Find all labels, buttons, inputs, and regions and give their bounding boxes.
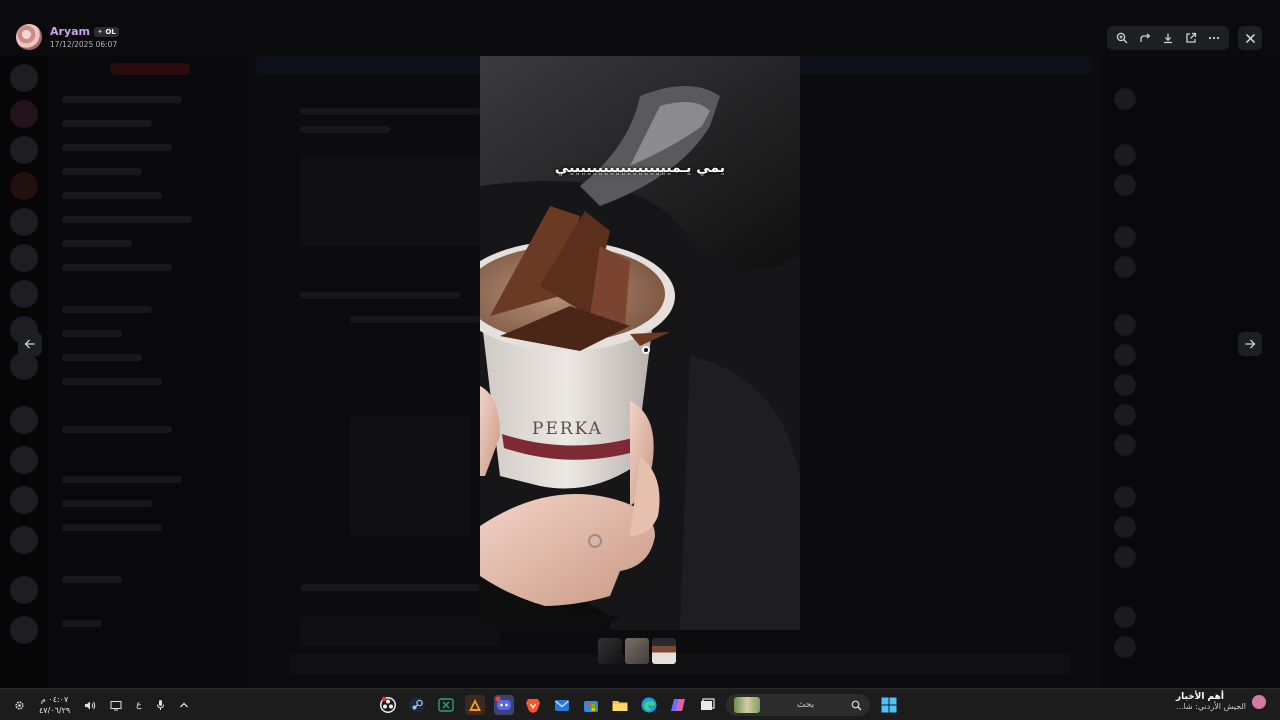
brave-icon [526,699,540,713]
search-highlight-image [734,697,760,713]
mail-icon [555,700,569,711]
uploader-info: Aryam ✦ OL 17/12/2025 06:07 [16,24,119,50]
media-thumbnails [598,638,676,664]
taskbar-search[interactable]: بحث [726,694,870,716]
taskbar: ٠٤:٠٧ م ٤٧/٠٦/٢٩ ع بحث أهم الأخبار الجيش… [0,688,1280,720]
tag-label: OL [105,27,116,36]
obs-icon [380,696,396,713]
next-media-button[interactable] [1238,332,1262,356]
download-button[interactable] [1158,28,1178,48]
tag-icon: ✦ [97,27,103,36]
sublime-icon [469,699,481,711]
taskbar-app-discord[interactable] [494,695,514,715]
open-external-icon [1186,32,1197,43]
folder-icon [612,701,628,711]
edge-icon [641,697,657,713]
copilot-icon [671,699,685,711]
clock-date: ٤٧/٠٦/٢٩ [39,706,71,715]
steam-icon [409,697,425,713]
taskbar-app-store[interactable] [581,695,601,715]
server-tag-badge: ✦ OL [94,26,119,37]
open-external-button[interactable] [1181,28,1201,48]
close-button[interactable] [1238,26,1262,50]
uploader-avatar[interactable] [16,24,42,50]
microphone-icon[interactable] [156,699,165,711]
search-icon [851,700,862,710]
cup-brand-text: PERKA [532,419,603,439]
taskbar-app-edge[interactable] [639,695,659,715]
clock[interactable]: ٠٤:٠٧ م ٤٧/٠٦/٢٩ [39,694,70,716]
more-icon [1209,36,1220,40]
photo-caption: يمي يـمييييييييييييييييييي [554,160,726,176]
arrow-right-icon [1245,339,1256,349]
taskbar-apps: بحث [378,689,899,720]
zoom-in-button[interactable] [1112,28,1132,48]
cursor-icon [642,346,650,354]
thumbnail-1[interactable] [598,638,622,664]
close-icon [1245,33,1255,43]
hot-chocolate-photo: PERKA [480,56,800,630]
taskbar-app-window[interactable] [697,695,717,715]
search-placeholder: بحث [796,700,815,710]
new-mentions-pill [110,63,190,75]
taskbar-app-copilot[interactable] [668,695,688,715]
arrow-left-icon [24,339,35,349]
more-button[interactable] [1204,28,1224,48]
windows-start-icon [881,697,897,713]
thumbnail-2[interactable] [625,638,649,664]
member-list [1102,56,1280,688]
network-icon[interactable] [110,700,122,711]
taskbar-app-file-explorer[interactable] [610,695,630,715]
settings-icon[interactable] [14,700,25,711]
discord-icon [495,696,511,710]
window-icon [701,698,715,710]
thumbnail-3[interactable] [652,638,676,664]
news-title: أهم الأخبار [1175,692,1224,702]
zoom-in-icon [1116,32,1128,44]
taskbar-app-excel[interactable] [436,695,456,715]
input-language[interactable]: ع [136,700,141,710]
store-icon [584,701,598,712]
taskbar-app-mail[interactable] [552,695,572,715]
news-widget[interactable]: أهم الأخبار الجيش الأردني: شا... [1176,692,1266,711]
news-icon [1252,694,1266,709]
volume-icon[interactable] [84,700,96,711]
media-image[interactable]: PERKA يمي يـمييييييييييييييييييي [480,56,800,630]
news-subtitle: الجيش الأردني: شا... [1175,702,1246,711]
download-icon [1163,33,1172,44]
screen: Aryam ✦ OL 17/12/2025 06:07 PERKA يمي يـ… [0,0,1280,720]
uploader-name[interactable]: Aryam [50,25,90,38]
start-button[interactable] [879,695,899,715]
system-tray: ٠٤:٠٧ م ٤٧/٠٦/٢٩ ع [14,689,189,720]
server-list [0,56,48,688]
taskbar-app-sublime[interactable] [465,695,485,715]
taskbar-app-obs[interactable] [378,695,398,715]
excel-icon [438,698,454,712]
previous-media-button[interactable] [18,332,42,356]
taskbar-app-brave[interactable] [523,695,543,715]
upload-date: 17/12/2025 06:07 [50,40,118,49]
channel-list [48,56,248,688]
forward-icon [1140,33,1151,42]
forward-button[interactable] [1135,28,1155,48]
clock-time: ٠٤:٠٧ م [40,695,69,704]
chevron-up-icon[interactable] [179,701,189,709]
taskbar-app-steam[interactable] [407,695,427,715]
media-toolbar [1107,26,1229,50]
